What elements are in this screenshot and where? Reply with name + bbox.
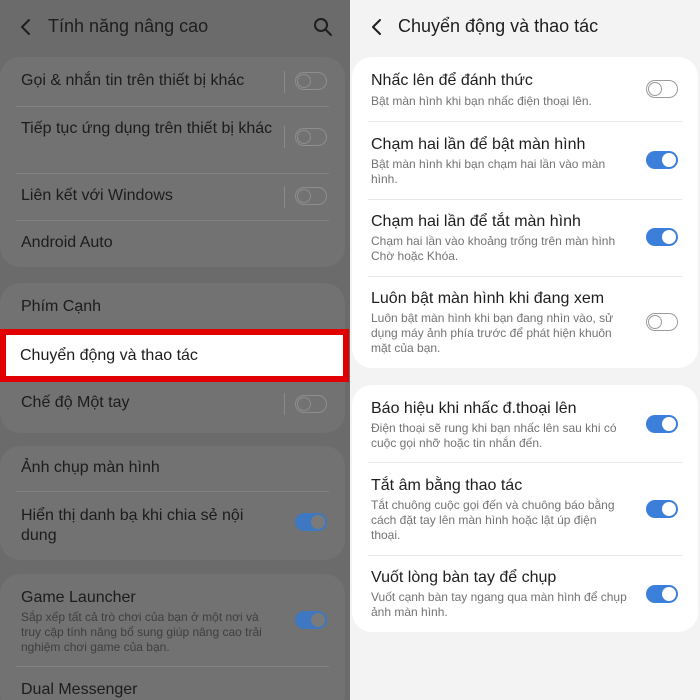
divider: [284, 393, 285, 415]
item-label: Phím Cạnh: [21, 298, 102, 315]
list-item-palm-swipe[interactable]: Vuốt lòng bàn tay để chụp Vuốt cạnh bàn …: [352, 556, 698, 632]
left-header: Tính năng nâng cao: [0, 0, 350, 56]
item-description: Vuốt cạnh bàn tay ngang qua màn hình để …: [371, 590, 627, 619]
list-item-smart-alert[interactable]: Báo hiệu khi nhấc đ.thoại lên Điện thoại…: [352, 385, 698, 461]
item-label: Chuyển động và thao tác: [20, 347, 198, 364]
search-icon[interactable]: [312, 16, 334, 38]
item-label: Liên kết với Windows: [21, 187, 173, 204]
divider: [284, 71, 285, 93]
game-launcher-toggle[interactable]: [295, 611, 327, 629]
show-contacts-toggle[interactable]: [295, 513, 327, 531]
item-label: Hiển thị danh bạ khi chia sẻ nội dung: [21, 507, 244, 544]
divider: [284, 126, 285, 148]
wake-settings-card: Nhấc lên để đánh thức Bật màn hình khi b…: [352, 57, 698, 368]
list-item-edge-panels[interactable]: Phím Cạnh: [0, 283, 345, 331]
list-item-android-auto[interactable]: Android Auto: [0, 221, 345, 267]
item-label: Tắt âm bằng thao tác: [371, 477, 523, 494]
smart-alert-toggle[interactable]: [646, 415, 678, 433]
game-card: Game Launcher Sắp xếp tất cả trò chơi củ…: [0, 574, 345, 700]
palm-swipe-toggle[interactable]: [646, 585, 678, 603]
list-item-game-launcher[interactable]: Game Launcher Sắp xếp tất cả trò chơi củ…: [0, 574, 345, 660]
easy-mute-toggle[interactable]: [646, 500, 678, 518]
screenshot-card: Ảnh chụp màn hình Hiển thị danh bạ khi c…: [0, 446, 345, 560]
item-description: Điện thoại sẽ rung khi bạn nhấc lên sau …: [371, 421, 617, 450]
list-item-show-contacts[interactable]: Hiển thị danh bạ khi chia sẻ nội dung: [0, 492, 345, 560]
item-description: Luôn bật màn hình khi bạn đang nhìn vào,…: [371, 311, 614, 355]
alert-settings-card: Báo hiệu khi nhấc đ.thoại lên Điện thoại…: [352, 385, 698, 632]
list-item-double-tap-on[interactable]: Chạm hai lần để bật màn hình Bật màn hìn…: [352, 122, 698, 198]
item-description: Sắp xếp tất cả trò chơi của bạn ở một nơ…: [21, 610, 262, 654]
item-label: Dual Messenger: [21, 681, 138, 698]
item-label: Gọi & nhắn tin trên thiết bị khác: [21, 72, 245, 89]
item-label: Ảnh chụp màn hình: [21, 459, 160, 476]
item-label: Game Launcher: [21, 589, 136, 606]
back-icon[interactable]: [16, 17, 36, 37]
list-item-motions-gestures[interactable]: Chuyển động và thao tác: [0, 329, 349, 382]
list-item-double-tap-off[interactable]: Chạm hai lần để tắt màn hình Chạm hai lầ…: [352, 200, 698, 276]
list-item-one-hand-mode[interactable]: Chế độ Một tay: [0, 385, 345, 433]
item-label: Tiếp tục ứng dụng trên thiết bị khác: [21, 120, 273, 137]
page-title: Tính năng nâng cao: [48, 16, 209, 36]
calls-toggle[interactable]: [295, 72, 327, 90]
back-icon[interactable]: [367, 17, 387, 37]
smart-stay-toggle[interactable]: [646, 313, 678, 331]
item-label: Báo hiệu khi nhấc đ.thoại lên: [371, 400, 577, 417]
list-item-lift-to-wake[interactable]: Nhấc lên để đánh thức Bật màn hình khi b…: [352, 57, 698, 120]
list-item-smart-stay[interactable]: Luôn bật màn hình khi đang xem Luôn bật …: [352, 277, 698, 368]
list-item-link-windows[interactable]: Liên kết với Windows: [0, 174, 345, 220]
one-hand-toggle[interactable]: [295, 395, 327, 413]
page-title: Chuyển động và thao tác: [398, 16, 599, 36]
item-label: Chạm hai lần để bật màn hình: [371, 136, 586, 153]
item-description: Chạm hai lần vào khoảng trống trên màn h…: [371, 234, 616, 263]
list-item-continue-apps[interactable]: Tiếp tục ứng dụng trên thiết bị khác: [0, 107, 345, 173]
divider: [284, 186, 285, 208]
advanced-features-screen: Tính năng nâng cao Gọi & nhắn tin trên t…: [0, 0, 350, 700]
double-tap-off-toggle[interactable]: [646, 228, 678, 246]
double-tap-on-toggle[interactable]: [646, 151, 678, 169]
windows-toggle[interactable]: [295, 187, 327, 205]
item-description: Bật màn hình khi bạn chạm hai lần vào mà…: [371, 157, 606, 186]
list-item-screenshots[interactable]: Ảnh chụp màn hình: [0, 446, 345, 490]
continue-apps-toggle[interactable]: [295, 128, 327, 146]
item-description: Bật màn hình khi bạn nhấc điện thoại lên…: [371, 94, 592, 108]
item-label: Android Auto: [21, 234, 113, 251]
item-label: Luôn bật màn hình khi đang xem: [371, 290, 605, 307]
list-item-dual-messenger[interactable]: Dual Messenger: [0, 667, 345, 700]
list-item-easy-mute[interactable]: Tắt âm bằng thao tác Tắt chuông cuộc gọi…: [352, 463, 698, 554]
motions-gestures-screen: Chuyển động và thao tác Nhấc lên để đánh…: [350, 0, 700, 700]
list-item-calls-other-devices[interactable]: Gọi & nhắn tin trên thiết bị khác: [0, 57, 345, 106]
item-label: Chế độ Một tay: [21, 394, 130, 411]
item-label: Chạm hai lần để tắt màn hình: [371, 213, 581, 230]
item-label: Vuốt lòng bàn tay để chụp: [371, 569, 557, 586]
lift-to-wake-toggle[interactable]: [646, 80, 678, 98]
connection-card: Gọi & nhắn tin trên thiết bị khác Tiếp t…: [0, 57, 345, 267]
item-description: Tắt chuông cuộc gọi đến và chuông báo bằ…: [371, 498, 615, 542]
item-label: Nhấc lên để đánh thức: [371, 72, 533, 89]
